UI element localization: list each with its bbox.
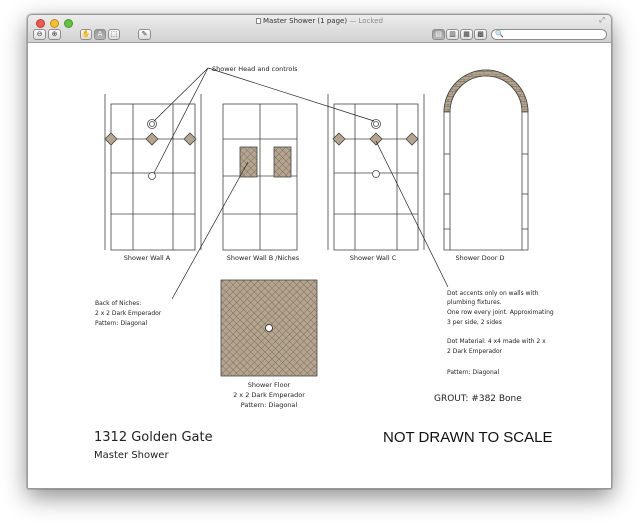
niche-note-line-2: 2 x 2 Dark Emperador	[95, 310, 162, 317]
niche-right	[273, 146, 292, 178]
annotate-tool-button[interactable]: ✎	[138, 29, 151, 40]
dot-note-line-4: 3 per side, 2 sides	[447, 319, 502, 326]
shower-wall-c	[327, 94, 425, 251]
scale-note: NOT DRAWN TO SCALE	[383, 429, 552, 446]
zoom-in-button[interactable]: ⊕	[48, 29, 61, 40]
dot-note-line-9: Pattern: Diagonal	[447, 369, 499, 376]
title-bar: Master Shower (1 page) — Locked ⤢ ⊖ ⊕ ✋ …	[28, 15, 611, 43]
label-wall-a: Shower Wall A	[124, 254, 171, 262]
dot-note-line-1: Dot accents only on walls with	[447, 290, 539, 297]
dot-note-line-2: plumbing fixtures.	[447, 299, 502, 306]
zoom-out-button[interactable]: ⊖	[33, 29, 46, 40]
leader-lines	[153, 67, 449, 300]
fullscreen-icon[interactable]: ⤢	[599, 17, 605, 25]
shower-door-d	[443, 69, 529, 251]
project-subtitle: Master Shower	[94, 450, 169, 461]
search-icon: 🔍	[495, 31, 504, 38]
project-title: 1312 Golden Gate	[94, 430, 213, 445]
niche-note-line-1: Back of Niches:	[95, 300, 141, 307]
document-page: Shower Head and controls Shower Wall A S…	[28, 44, 611, 488]
label-door-d: Shower Door D	[456, 254, 505, 262]
select-tool-button[interactable]: ⬚	[108, 29, 120, 40]
view-single-page-button[interactable]: ▤	[432, 29, 445, 40]
hand-tool-button[interactable]: ✋	[80, 29, 92, 40]
view-two-page-button[interactable]: ▥	[446, 29, 459, 40]
dot-note-line-3: One row every joint. Approximating	[447, 309, 554, 316]
preview-window: Master Shower (1 page) — Locked ⤢ ⊖ ⊕ ✋ …	[27, 14, 612, 489]
grout-note: GROUT: #382 Bone	[434, 394, 522, 404]
dot-note-line-7: 2 Dark Emperador	[447, 348, 503, 355]
label-wall-b: Shower Wall B /Niches	[227, 254, 300, 262]
shower-floor	[220, 279, 318, 377]
window-title: Master Shower (1 page) — Locked	[28, 17, 611, 25]
document-icon	[256, 18, 261, 24]
view-grid-button[interactable]: ▩	[474, 29, 487, 40]
floor-label-line-2: 2 x 2 Dark Emperador	[233, 391, 305, 399]
label-wall-c: Shower Wall C	[350, 254, 397, 262]
floor-label-line-3: Pattern: Diagonal	[241, 401, 298, 409]
text-tool-button[interactable]: A	[94, 29, 106, 40]
search-field[interactable]: 🔍	[491, 29, 607, 40]
tile-plan-drawing: Shower Head and controls Shower Wall A S…	[94, 65, 554, 461]
window-title-text: Master Shower (1 page)	[263, 17, 348, 25]
view-continuous-button[interactable]: ▦	[460, 29, 473, 40]
drain-icon	[265, 324, 273, 332]
locked-status: — Locked	[349, 17, 383, 25]
dot-note-line-6: Dot Material: 4 x4 made with 2 x	[447, 338, 546, 345]
callout-shower-head: Shower Head and controls	[212, 65, 298, 73]
shower-wall-b	[222, 103, 298, 251]
niche-note-line-3: Pattern: Diagonal	[95, 320, 147, 327]
shower-wall-a	[104, 94, 202, 251]
floor-label-line-1: Shower Floor	[248, 381, 291, 389]
